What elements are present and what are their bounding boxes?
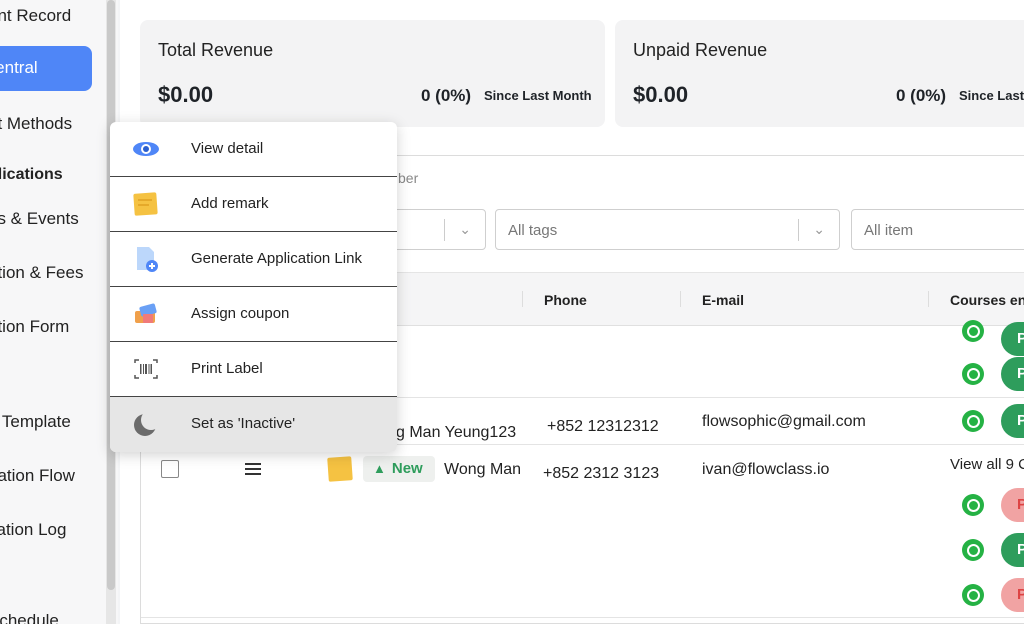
barcode-icon (134, 359, 158, 379)
total-revenue-card: Total Revenue $0.00 0 (0%) Since Last Mo… (140, 20, 605, 127)
sidebar-item-payment-methods[interactable]: nt Methods (0, 114, 84, 134)
sidebar-item-label: p Template (0, 412, 71, 431)
sidebar-item-registration-fees[interactable]: ation & Fees (0, 263, 95, 283)
card-change: 0 (0%) (896, 86, 947, 105)
sidebar-item-label: ation & Fees (0, 263, 84, 282)
view-all-courses-link[interactable]: View all 9 C (950, 456, 1024, 473)
sidebar-item-label: nt Methods (0, 114, 73, 133)
sidebar-item-communication-log[interactable]: cation Log (0, 520, 78, 540)
status-badge-label: New (391, 460, 423, 477)
card-since: Since Last M (959, 88, 1024, 103)
row-actions-menu: View detail Add remark Generate Applicat… (110, 122, 397, 452)
menu-item-generate-application-link[interactable]: Generate Application Link (110, 232, 397, 287)
sidebar-item-label: nation Flow (0, 466, 75, 485)
whatsapp-icon[interactable] (962, 494, 984, 516)
card-value: $0.00 (158, 82, 214, 107)
sidebar-item-label: es & Events (0, 209, 79, 228)
search-input[interactable]: ber (398, 170, 418, 186)
menu-item-add-remark[interactable]: Add remark (110, 177, 397, 232)
card-value: $0.00 (633, 82, 689, 107)
sidebar-item-schedule[interactable]: Schedule (0, 611, 71, 624)
menu-item-print-label[interactable]: Print Label (110, 342, 397, 397)
menu-caret (137, 446, 149, 453)
coupon-icon (135, 303, 157, 323)
sidebar-item-payment-record[interactable]: ent Record (0, 6, 83, 26)
sidebar-item-label: ent Record (0, 6, 72, 25)
column-separator (928, 291, 929, 307)
row-menu-icon[interactable] (245, 463, 261, 477)
whatsapp-icon[interactable] (962, 410, 984, 432)
sidebar-heading-applications: plications (0, 166, 75, 184)
items-filter-select[interactable]: All item (851, 209, 1024, 250)
menu-item-label: Print Label (191, 360, 263, 377)
card-title: Unpaid Revenue (633, 40, 768, 60)
contact-email: ivan@flowclass.io (702, 461, 830, 478)
row-divider (141, 617, 1024, 618)
contact-name[interactable]: g Man Yeung123 (396, 424, 516, 442)
menu-item-label: Assign coupon (191, 305, 290, 322)
contact-phone: +852 12312312 (547, 418, 659, 435)
filter-placeholder: All item (864, 222, 914, 239)
menu-item-set-inactive[interactable]: Set as 'Inactive' (110, 397, 397, 452)
sidebar: ent Record nt Central nt Methods plicati… (0, 0, 118, 624)
select-divider (798, 219, 799, 241)
menu-item-label: Add remark (191, 195, 269, 212)
select-divider (444, 219, 445, 241)
column-separator (680, 291, 681, 307)
card-change: 0 (0%) (421, 86, 472, 105)
tags-filter-select[interactable]: All tags ⌄ (495, 209, 840, 250)
menu-item-view-detail[interactable]: View detail (110, 122, 397, 177)
sidebar-item-label: nt Central (0, 58, 38, 77)
card-since: Since Last Month (484, 88, 592, 103)
contact-name[interactable]: Wong Man (444, 461, 521, 479)
sidebar-item-courses-events[interactable]: es & Events (0, 209, 91, 229)
sticky-note-icon[interactable] (327, 456, 353, 482)
eye-icon (133, 142, 159, 156)
status-badge: ▲ New (363, 456, 435, 482)
sticky-note-icon (133, 192, 158, 216)
column-header-phone[interactable]: Phone (544, 292, 587, 308)
card-title: Total Revenue (158, 40, 274, 60)
menu-item-assign-coupon[interactable]: Assign coupon (110, 287, 397, 342)
sidebar-item-label: Schedule (0, 611, 59, 624)
contact-phone: +852 2312 3123 (543, 465, 660, 482)
filter-placeholder: All tags (508, 222, 558, 239)
whatsapp-icon[interactable] (962, 363, 984, 385)
menu-item-label: Generate Application Link (191, 250, 362, 267)
sidebar-item-automation-flow[interactable]: nation Flow (0, 466, 87, 486)
whatsapp-icon[interactable] (962, 584, 984, 606)
column-header-courses[interactable]: Courses enr (950, 292, 1024, 308)
menu-item-label: Set as 'Inactive' (191, 415, 296, 432)
whatsapp-icon[interactable] (962, 320, 984, 342)
sprout-icon: ▲ (373, 461, 386, 476)
contact-email: flowsophic@gmail.com (702, 413, 866, 430)
whatsapp-icon[interactable] (962, 539, 984, 561)
document-add-icon (137, 247, 158, 272)
unpaid-revenue-card: Unpaid Revenue $0.00 0 (0%) Since Last M (615, 20, 1024, 127)
chevron-down-icon: ⌄ (459, 221, 471, 237)
sidebar-heading-label: plications (0, 166, 63, 183)
sidebar-item-label: cation Log (0, 520, 67, 539)
menu-item-label: View detail (191, 140, 264, 157)
sidebar-item-application-form[interactable]: ation Form (0, 317, 81, 337)
moon-icon (134, 411, 160, 436)
column-header-email[interactable]: E-mail (702, 292, 744, 308)
sidebar-item-template[interactable]: p Template (0, 412, 83, 432)
chevron-down-icon: ⌄ (813, 221, 825, 237)
column-separator (522, 291, 523, 307)
sidebar-item-payment-central[interactable]: nt Central (0, 46, 92, 91)
row-checkbox[interactable] (161, 460, 179, 478)
sidebar-item-label: ation Form (0, 317, 70, 336)
